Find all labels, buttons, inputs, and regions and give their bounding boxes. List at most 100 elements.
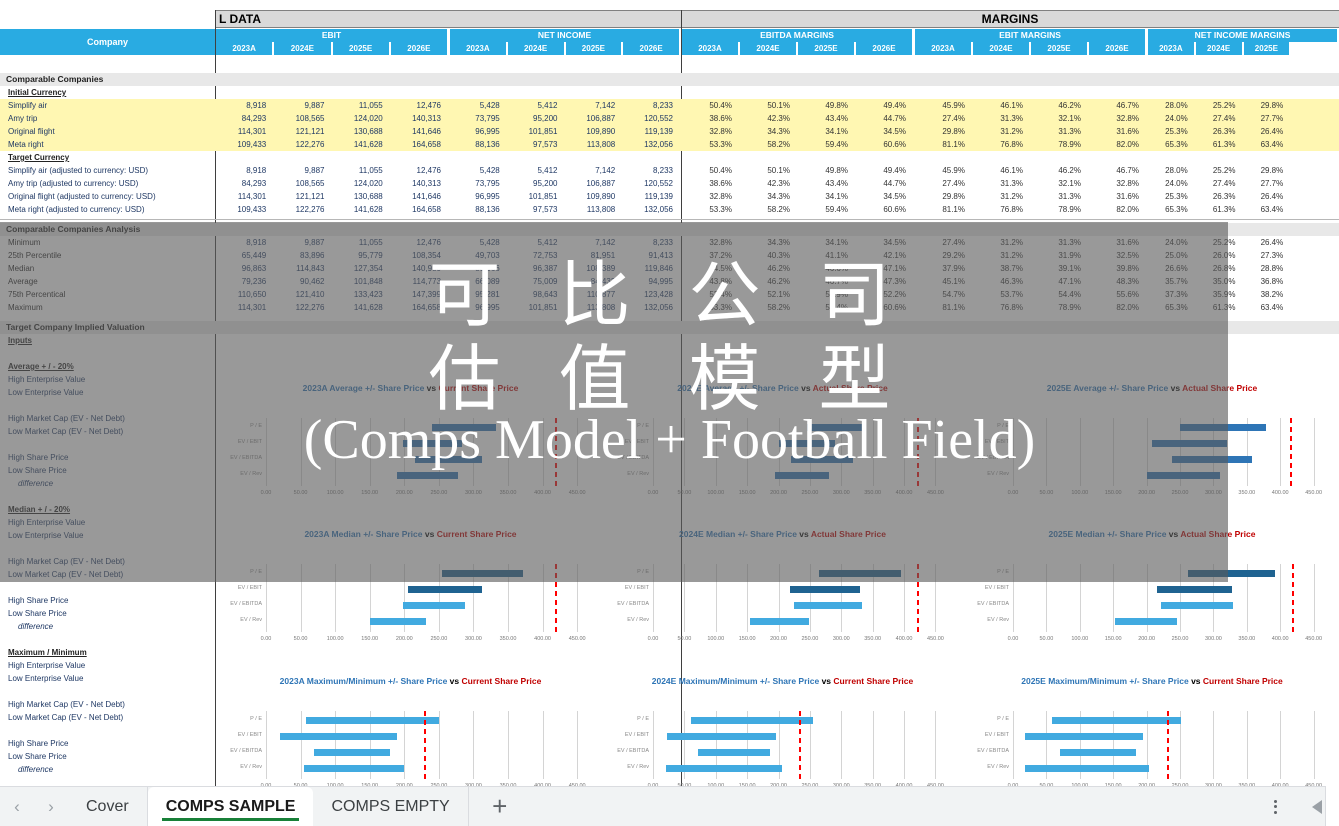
chart-title-compare: Current Share Price xyxy=(461,676,542,686)
band-financial-data: L DATA xyxy=(215,10,681,28)
cell: 26.3% xyxy=(1212,192,1236,201)
gridline xyxy=(300,564,302,632)
cell: 5,412 xyxy=(537,238,558,247)
cell: 50.4% xyxy=(709,101,732,110)
chart-med-2023a[interactable]: 2023A Median +/- Share Price vs Current … xyxy=(218,528,603,666)
valuation-row-2-0: High Enterprise Value xyxy=(8,661,86,670)
gridline xyxy=(577,564,579,632)
cell: 98,643 xyxy=(533,290,558,299)
cell: 122,276 xyxy=(295,205,325,214)
cell: 164,658 xyxy=(412,205,441,214)
chart-med-2025e[interactable]: 2025E Median +/- Share Price vs Actual S… xyxy=(965,528,1339,666)
cell: 44.5% xyxy=(709,264,732,273)
chart-category-label: EV / Rev xyxy=(987,617,1009,623)
gridline xyxy=(904,711,906,779)
cell: 60.6% xyxy=(883,205,906,214)
row-analysis-0: Minimum xyxy=(8,238,41,247)
chart-med-2024e[interactable]: 2024E Median +/- Share Price vs Actual S… xyxy=(605,528,960,666)
header-year-2-1: 2024E xyxy=(740,42,796,55)
sheet-tab-cover[interactable]: Cover xyxy=(68,786,148,826)
cell: 39.8% xyxy=(1116,264,1139,273)
chart-category-label: P / E xyxy=(997,716,1009,722)
header-year-0-2: 2025E xyxy=(332,42,389,55)
gridline xyxy=(747,418,749,486)
cell: 31.2% xyxy=(1000,192,1023,201)
chart-bar xyxy=(1156,586,1233,593)
header-year-3-1: 2024E xyxy=(973,42,1029,55)
cell: 101,851 xyxy=(528,127,558,136)
cell: 65.3% xyxy=(1165,140,1188,149)
chart-bar xyxy=(402,602,466,609)
chart-avg-2024e[interactable]: 2024E Average +/- Share Price vs Actual … xyxy=(605,382,960,520)
chart-maxmin-2025e[interactable]: 2025E Maximum/Minimum +/- Share Price vs… xyxy=(965,675,1339,786)
cell: 36.8% xyxy=(1260,277,1284,286)
chart-title: 2025E Average +/- Share Price vs Actual … xyxy=(965,382,1339,394)
chevron-left-icon[interactable]: ‹ xyxy=(0,787,34,826)
cell: 58.2% xyxy=(767,205,790,214)
gridline xyxy=(684,564,686,632)
chart-bar xyxy=(1025,733,1143,740)
cell: 24.0% xyxy=(1165,114,1188,123)
cell: 124,020 xyxy=(353,114,383,123)
gridline xyxy=(872,418,874,486)
chart-avg-2025e[interactable]: 2025E Average +/- Share Price vs Actual … xyxy=(965,382,1339,520)
chart-maxmin-2023a[interactable]: 2023A Maximum/Minimum +/- Share Price vs… xyxy=(218,675,603,786)
chart-category-label: EV / EBIT xyxy=(984,585,1009,591)
valuation-row-1-8: difference xyxy=(18,622,54,631)
chart-axis-tick: 50.00 xyxy=(1039,490,1054,496)
kebab-menu-icon[interactable] xyxy=(1255,787,1295,826)
chart-bar xyxy=(778,440,836,447)
chart-title-vs: vs xyxy=(819,676,834,686)
cell: 9,887 xyxy=(304,166,325,175)
cell: 47.3% xyxy=(883,277,906,286)
gridline xyxy=(1280,711,1282,779)
cell: 38.7% xyxy=(1000,264,1023,273)
current-share-price-marker xyxy=(916,564,919,632)
chart-avg-2023a[interactable]: 2023A Average +/- Share Price vs Current… xyxy=(218,382,603,520)
chart-axis-tick: 0.00 xyxy=(260,490,272,496)
chart-axis-tick: 200.00 xyxy=(1138,636,1156,642)
cell: 31.2% xyxy=(1000,251,1023,260)
sheet-tab-comps-empty[interactable]: COMPS EMPTY xyxy=(313,786,469,826)
chart-maxmin-2024e[interactable]: 2024E Maximum/Minimum +/- Share Price vs… xyxy=(605,675,960,786)
sheet-canvas[interactable]: L DATA MARGINS Company EBIT 2023A 2024E 2025… xyxy=(0,0,1339,786)
cell: 27.3% xyxy=(1260,251,1284,260)
cell: 50.4% xyxy=(709,166,732,175)
valuation-row-2-1: Low Enterprise Value xyxy=(8,674,84,683)
sheet-tab-comps-sample[interactable]: COMPS SAMPLE xyxy=(147,786,314,826)
gridline xyxy=(747,564,749,632)
cell: 96,995 xyxy=(475,127,500,136)
valuation-row-0-0: High Enterprise Value xyxy=(8,375,86,384)
cell: 108,389 xyxy=(586,264,616,273)
cell: 38.6% xyxy=(709,114,732,123)
cell: 42.3% xyxy=(767,179,790,188)
chart-title-vs: vs xyxy=(424,383,439,393)
cell: 60.6% xyxy=(883,303,906,312)
header-year-4-0: 2023A xyxy=(1148,42,1194,55)
cell: 38.6% xyxy=(709,179,732,188)
cell: 76.8% xyxy=(1000,205,1023,214)
chart-bar xyxy=(806,424,867,431)
cell: 84,293 xyxy=(241,179,267,188)
chevron-right-icon[interactable]: › xyxy=(34,787,68,826)
add-sheet-button[interactable]: + xyxy=(469,787,531,826)
cell: 11,055 xyxy=(358,166,383,175)
cell: 108,354 xyxy=(412,251,441,260)
gridline xyxy=(508,418,510,486)
chart-axis-tick: 150.00 xyxy=(1104,490,1122,496)
cell: 119,139 xyxy=(644,127,673,136)
cell: 96,863 xyxy=(241,264,267,273)
cell: 31.3% xyxy=(1058,192,1081,201)
chart-category-label: P / E xyxy=(637,569,649,575)
chart-category-label: EV / EBIT xyxy=(984,732,1009,738)
cell: 11,055 xyxy=(358,238,383,247)
row-analysis-5: Maximum xyxy=(8,303,43,312)
cell: 73,795 xyxy=(475,114,500,123)
valuation-block-title-0: Average + / - 20% xyxy=(8,362,74,371)
cell: 84,432 xyxy=(590,277,616,286)
gridline xyxy=(300,711,302,779)
cell: 54.4% xyxy=(1058,290,1081,299)
chart-plot-area xyxy=(1013,418,1327,486)
chart-title-compare: Current Share Price xyxy=(436,529,517,539)
chart-category-label: P / E xyxy=(637,716,649,722)
